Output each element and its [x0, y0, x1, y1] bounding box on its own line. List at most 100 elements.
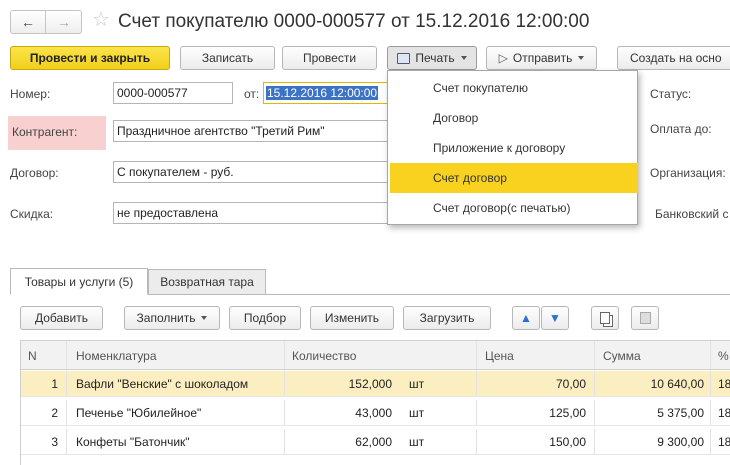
chevron-down-icon [578, 56, 585, 60]
paste-icon [639, 312, 651, 324]
date-field[interactable]: 15.12.2016 12:00:00 [263, 82, 393, 104]
chevron-down-icon [201, 316, 208, 320]
cell-qty: 62,000 [355, 435, 392, 449]
bank-account-label: Банковский с [655, 207, 729, 221]
table-row[interactable]: 1 Вафли "Венские" с шоколадом 152,000 шт… [20, 371, 730, 397]
number-field[interactable]: 0000-000577 [113, 82, 233, 104]
payment-until-label: Оплата до: [650, 122, 712, 136]
contract-field[interactable]: С покупателем - руб. [113, 161, 393, 183]
cell-item: Печенье "Юбилейное" [76, 406, 202, 420]
cell-vat: 18 [718, 435, 730, 449]
paste-rows-button[interactable] [631, 306, 659, 330]
cell-sum: 10 640,00 [650, 377, 704, 391]
col-divider [476, 341, 477, 369]
print-menu-item-invoice-contract[interactable]: Счет договор [390, 163, 638, 193]
cell-qty: 43,000 [355, 406, 392, 420]
print-menu: Счет покупателю Договор Приложение к дог… [387, 70, 638, 225]
cell-vat: 18 [718, 377, 730, 391]
discount-label: Скидка: [10, 207, 54, 221]
cell-unit: шт [409, 406, 425, 420]
chevron-down-icon [460, 56, 467, 60]
cell-price: 70,00 [555, 377, 586, 391]
contract-label: Договор: [10, 166, 59, 180]
col-divider [710, 371, 711, 396]
col-divider [284, 429, 285, 454]
cell-unit: шт [409, 435, 425, 449]
col-divider [476, 429, 477, 454]
col-divider [284, 371, 285, 396]
col-divider [710, 400, 711, 425]
back-button[interactable]: ← [11, 11, 46, 33]
change-button[interactable]: Изменить [310, 306, 394, 330]
counterparty-field[interactable]: Праздничное агентство "Третий Рим" [113, 120, 393, 142]
cell-sum: 9 300,00 [657, 435, 704, 449]
post-and-close-button[interactable]: Провести и закрыть [10, 46, 170, 70]
window-title: Счет покупателю 0000-000577 от 15.12.201… [118, 11, 590, 32]
date-label: от: [244, 87, 260, 101]
pick-button[interactable]: Подбор [229, 306, 301, 330]
cell-unit: шт [409, 377, 425, 391]
copy-rows-button[interactable] [591, 306, 619, 330]
load-button[interactable]: Загрузить [403, 306, 491, 330]
organization-label: Организация: [650, 166, 726, 180]
printer-icon [397, 52, 411, 64]
col-divider [710, 341, 711, 369]
header-n[interactable]: N [28, 349, 37, 363]
cell-item: Конфеты "Батончик" [76, 435, 190, 449]
fill-button[interactable]: Заполнить [124, 306, 220, 330]
print-menu-item-contract-appendix[interactable]: Приложение к договору [388, 133, 637, 163]
arrow-left-icon: ← [21, 14, 35, 30]
create-based-on-button[interactable]: Создать на осно [617, 46, 730, 70]
print-button[interactable]: Печать [387, 46, 477, 70]
save-button[interactable]: Записать [180, 46, 275, 70]
forward-button[interactable]: → [47, 11, 81, 33]
col-divider [594, 371, 595, 396]
header-item[interactable]: Номенклатура [76, 349, 157, 363]
header-price[interactable]: Цена [485, 349, 514, 363]
cell-n: 3 [51, 435, 58, 449]
col-divider [476, 400, 477, 425]
add-row-button[interactable]: Добавить [20, 306, 103, 330]
col-divider [594, 341, 595, 369]
arrow-right-icon: → [57, 14, 71, 30]
header-vat[interactable]: % [718, 349, 729, 363]
col-divider [66, 400, 67, 425]
arrow-down-icon: ▼ [549, 311, 561, 325]
col-divider [594, 400, 595, 425]
send-icon: ▷ [498, 51, 508, 65]
table-header: N Номенклатура Количество Цена Сумма % [20, 340, 730, 370]
cell-vat: 18 [718, 406, 730, 420]
send-button[interactable]: ▷ Отправить [486, 46, 597, 70]
tab-returnable[interactable]: Возвратная тара [148, 269, 266, 295]
col-divider [66, 341, 67, 369]
cell-qty: 152,000 [348, 377, 392, 391]
print-menu-item-invoice-contract-stamped[interactable]: Счет договор(с печатью) [388, 193, 637, 223]
cell-n: 2 [51, 406, 58, 420]
move-down-button[interactable]: ▼ [541, 306, 569, 330]
table-row[interactable]: 2 Печенье "Юбилейное" 43,000 шт 125,00 5… [20, 400, 730, 426]
cell-price: 125,00 [549, 406, 586, 420]
col-divider [594, 429, 595, 454]
tab-goods[interactable]: Товары и услуги (5) [10, 268, 148, 295]
favorite-star-icon[interactable]: ☆ [92, 8, 110, 32]
col-divider [66, 371, 67, 396]
copy-icon [600, 312, 610, 324]
table-row[interactable]: 3 Конфеты "Батончик" 62,000 шт 150,00 9 … [20, 429, 730, 455]
header-sum[interactable]: Сумма [603, 349, 641, 363]
counterparty-label: Контрагент: [12, 125, 78, 139]
header-qty[interactable]: Количество [292, 349, 356, 363]
arrow-up-icon: ▲ [520, 311, 532, 325]
move-up-button[interactable]: ▲ [512, 306, 540, 330]
col-divider [284, 341, 285, 369]
discount-field[interactable]: не предоставлена [113, 202, 393, 224]
col-divider [710, 429, 711, 454]
cell-price: 150,00 [549, 435, 586, 449]
col-divider [66, 429, 67, 454]
status-label: Статус: [650, 87, 692, 101]
post-button[interactable]: Провести [282, 46, 377, 70]
cell-sum: 5 375,00 [657, 406, 704, 420]
print-menu-item-contract[interactable]: Договор [388, 103, 637, 133]
nav-button-group: ← → [10, 10, 82, 34]
print-menu-item-invoice[interactable]: Счет покупателю [388, 73, 637, 103]
number-label: Номер: [10, 87, 51, 101]
